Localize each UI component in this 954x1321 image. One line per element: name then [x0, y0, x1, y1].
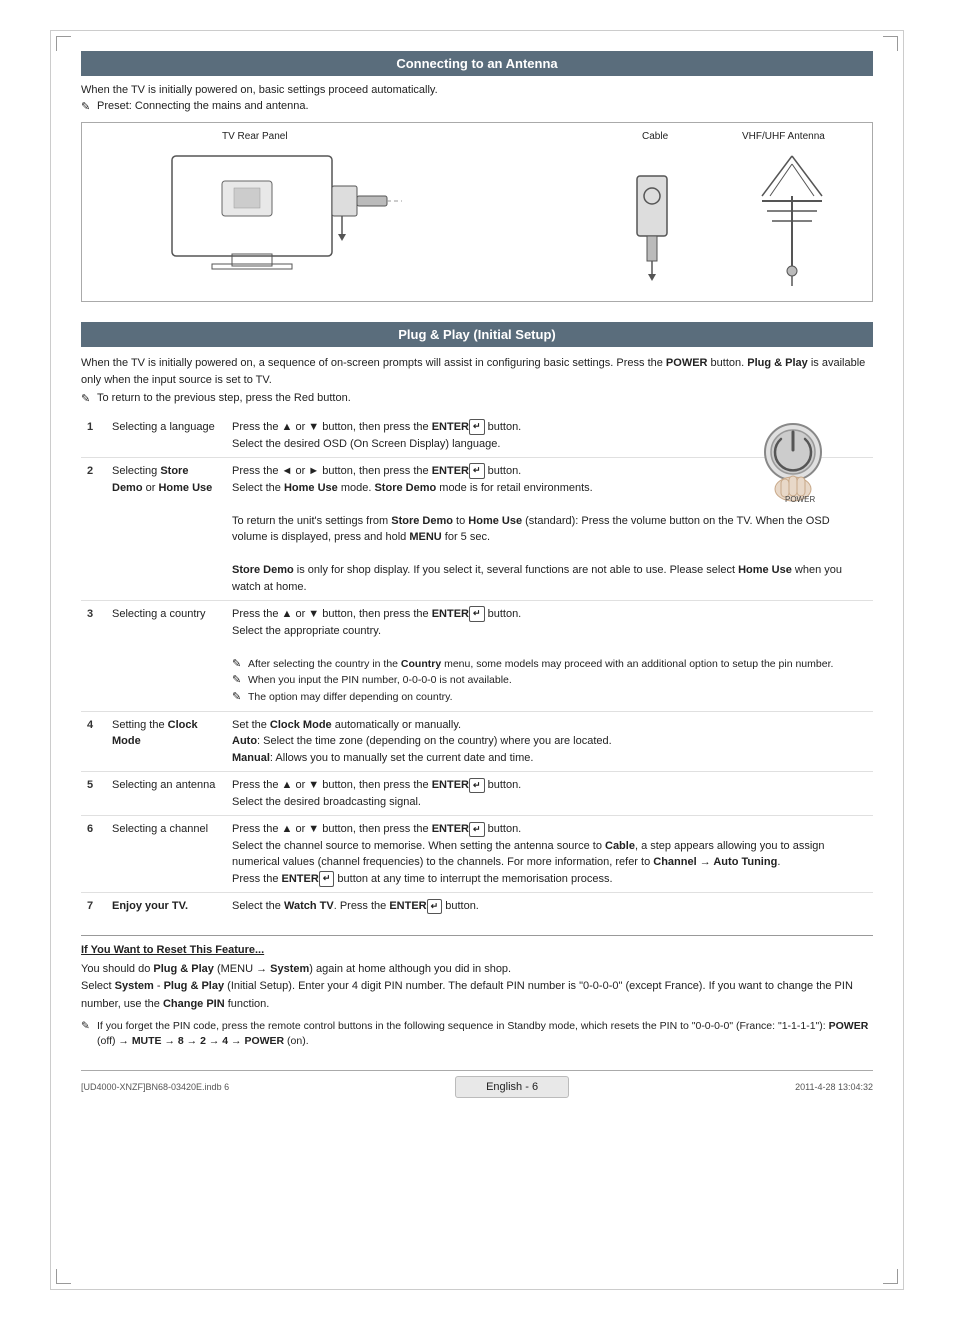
reset-text-2: Select System - Plug & Play (Initial Set… — [81, 978, 873, 1013]
step-label-5: Selecting an antenna — [106, 772, 226, 816]
step-number-4: 4 — [81, 711, 106, 772]
step-number-6: 6 — [81, 816, 106, 893]
step-row-4: 4 Setting the Clock Mode Set the Clock M… — [81, 711, 873, 772]
tv-panel-label: TV Rear Panel — [222, 131, 288, 142]
reset-note: If you forget the PIN code, press the re… — [81, 1019, 873, 1051]
section1-note: Preset: Connecting the mains and antenna… — [81, 100, 873, 112]
reset-title: If You Want to Reset This Feature... — [81, 944, 873, 956]
footer: [UD4000-XNZF]BN68-03420E.indb 6 English … — [81, 1070, 873, 1098]
corner-mark-br — [883, 1269, 898, 1284]
step-number-3: 3 — [81, 601, 106, 712]
step-number-1: 1 — [81, 414, 106, 458]
cable-svg — [612, 146, 692, 286]
reset-text-1: You should do Plug & Play (MENU → System… — [81, 961, 873, 979]
step-content-4: Set the Clock Mode automatically or manu… — [226, 711, 873, 772]
antenna-diagram: TV Rear Panel Cable VHF/UHF Antenna — [81, 122, 873, 302]
cable-label: Cable — [642, 131, 668, 142]
step-row-3: 3 Selecting a country Press the ▲ or ▼ b… — [81, 601, 873, 712]
footer-left: [UD4000-XNZF]BN68-03420E.indb 6 — [81, 1082, 229, 1092]
step-label-4: Setting the Clock Mode — [106, 711, 226, 772]
tv-panel-svg — [142, 146, 402, 286]
step-label-6: Selecting a channel — [106, 816, 226, 893]
step-row-7: 7 Enjoy your TV. Select the Watch TV. Pr… — [81, 893, 873, 920]
step-label-7: Enjoy your TV. — [106, 893, 226, 920]
corner-mark-tr — [883, 36, 898, 51]
section2-intro: When the TV is initially powered on, a s… — [81, 355, 873, 388]
step-number-5: 5 — [81, 772, 106, 816]
corner-mark-tl — [56, 36, 71, 51]
step-number-7: 7 — [81, 893, 106, 920]
power-icon-area: POWER — [753, 414, 833, 507]
step-row-5: 5 Selecting an antenna Press the ▲ or ▼ … — [81, 772, 873, 816]
section1-intro: When the TV is initially powered on, bas… — [81, 84, 873, 96]
vhf-antenna-svg — [732, 146, 852, 286]
section2-header: Plug & Play (Initial Setup) — [81, 322, 873, 347]
plug-section: Plug & Play (Initial Setup) When the TV … — [81, 322, 873, 920]
step-content-3: Press the ▲ or ▼ button, then press the … — [226, 601, 873, 712]
footer-center: English - 6 — [455, 1076, 569, 1098]
corner-mark-bl — [56, 1269, 71, 1284]
footer-right: 2011-4-28 13:04:32 — [795, 1082, 873, 1092]
page-container: Connecting to an Antenna When the TV is … — [50, 30, 904, 1290]
step-label-1: Selecting a language — [106, 414, 226, 458]
section1-header: Connecting to an Antenna — [81, 51, 873, 76]
step-content-5: Press the ▲ or ▼ button, then press the … — [226, 772, 873, 816]
step-label-2: Selecting Store Demo or Home Use — [106, 458, 226, 601]
svg-text:POWER: POWER — [785, 495, 815, 504]
step-content-6: Press the ▲ or ▼ button, then press the … — [226, 816, 873, 893]
step-content-7: Select the Watch TV. Press the ENTER↵ bu… — [226, 893, 873, 920]
step-number-2: 2 — [81, 458, 106, 601]
step-label-3: Selecting a country — [106, 601, 226, 712]
section2-note: To return to the previous step, press th… — [81, 392, 873, 404]
vhf-label: VHF/UHF Antenna — [742, 131, 825, 142]
step-row-6: 6 Selecting a channel Press the ▲ or ▼ b… — [81, 816, 873, 893]
power-icon: POWER — [753, 414, 833, 504]
reset-section: If You Want to Reset This Feature... You… — [81, 935, 873, 1050]
